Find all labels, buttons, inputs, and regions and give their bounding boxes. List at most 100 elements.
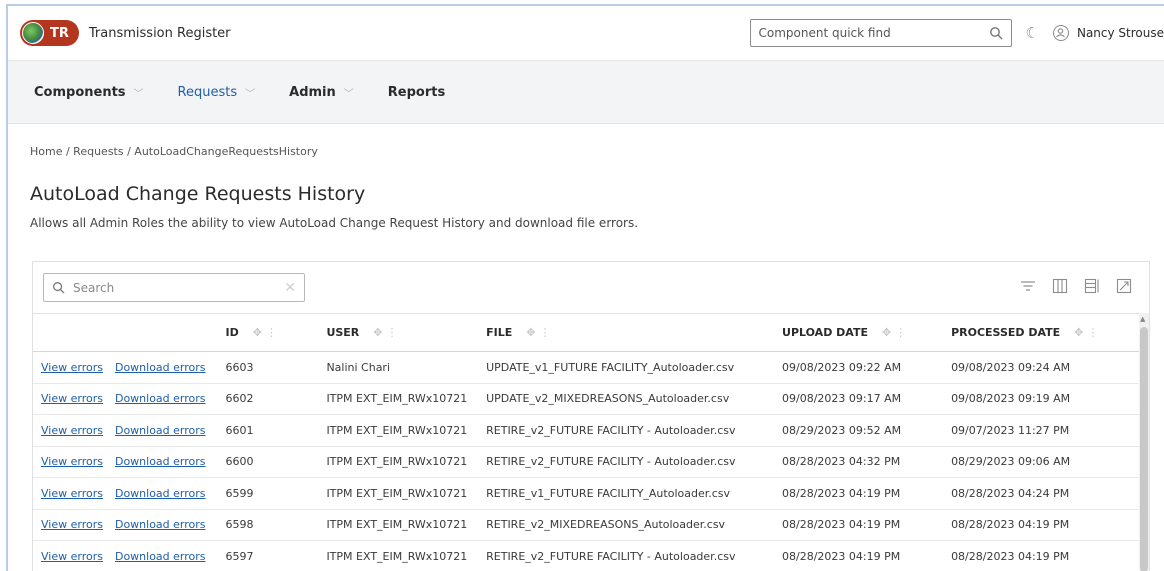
row-actions: View errors Download errors	[33, 477, 218, 510]
chevron-down-icon: ﹀	[343, 88, 354, 100]
cell-upload-date: 09/08/2023 09:22 AM	[774, 351, 944, 384]
cell-upload-date: 09/08/2023 09:17 AM	[774, 383, 944, 415]
breadcrumb[interactable]: Home / Requests / AutoLoadChangeRequests…	[30, 145, 318, 158]
columns-icon[interactable]	[1051, 277, 1069, 295]
row-actions: View errors Download errors	[33, 446, 218, 478]
chevron-down-icon: ﹀	[133, 88, 144, 100]
view-errors-link[interactable]: View errors	[41, 361, 103, 374]
fullscreen-icon[interactable]	[1115, 277, 1133, 295]
scroll-up-arrow-icon[interactable]: ▲	[1140, 315, 1145, 323]
drag-handle-icon[interactable]: ✥⋮	[882, 326, 910, 339]
nav-components[interactable]: Components ﹀	[34, 85, 144, 100]
view-errors-link[interactable]: View errors	[41, 487, 103, 500]
column-header-label: PROCESSED DATE	[951, 326, 1061, 339]
drag-handle-icon[interactable]: ✥⋮	[373, 326, 401, 339]
cell-id: 6597	[217, 540, 319, 571]
user-name: Nancy Strouse	[1076, 26, 1164, 40]
scrollbar-thumb[interactable]	[1140, 327, 1148, 571]
download-errors-link[interactable]: Download errors	[115, 424, 206, 437]
page-title: AutoLoad Change Requests History	[30, 183, 366, 205]
cell-upload-date: 08/28/2023 04:19 PM	[774, 477, 944, 510]
table-toolbar	[1019, 277, 1133, 295]
view-errors-link[interactable]: View errors	[41, 550, 103, 563]
cell-id: 6601	[217, 414, 319, 447]
nav-admin-label: Admin	[289, 84, 336, 100]
column-header-user[interactable]: USER ✥⋮	[318, 313, 479, 352]
filter-icon[interactable]	[1019, 277, 1037, 295]
page-description: Allows all Admin Roles the ability to vi…	[30, 216, 639, 230]
dark-mode-toggle-icon[interactable]: ☾	[1026, 24, 1039, 42]
table-row: View errors Download errors 6602 ITPM EXT…	[33, 383, 1141, 415]
cell-file: RETIRE_v2_FUTURE FACILITY - Autoloader.c…	[478, 414, 775, 447]
component-quick-find-input[interactable]: Component quick find	[749, 19, 1012, 47]
nav-requests[interactable]: Requests ﹀	[178, 85, 256, 100]
cell-upload-date: 08/28/2023 04:32 PM	[774, 446, 944, 478]
column-header-file[interactable]: FILE ✥⋮	[478, 313, 775, 352]
cell-upload-date: 08/28/2023 04:19 PM	[774, 509, 944, 541]
nav-requests-label: Requests	[177, 84, 238, 100]
search-icon	[53, 282, 65, 294]
download-errors-link[interactable]: Download errors	[115, 392, 206, 405]
cell-file: UPDATE_v2_MIXEDREASONS_Autoloader.csv	[478, 383, 775, 415]
cell-processed-date: 08/28/2023 04:19 PM	[943, 540, 1141, 571]
table-row: View errors Download errors 6603 Nalini C…	[33, 351, 1141, 384]
chevron-down-icon: ﹀	[245, 88, 256, 100]
nav-reports-label: Reports	[387, 84, 446, 100]
cell-processed-date: 09/07/2023 11:27 PM	[943, 414, 1141, 447]
view-errors-link[interactable]: View errors	[41, 424, 103, 437]
download-errors-link[interactable]: Download errors	[115, 550, 206, 563]
column-header-id[interactable]: ID ✥⋮	[217, 313, 319, 352]
cell-user: ITPM EXT_EIM_RWx10721	[318, 509, 479, 541]
density-icon[interactable]	[1083, 277, 1101, 295]
cell-user: Nalini Chari	[318, 351, 479, 384]
download-errors-link[interactable]: Download errors	[115, 361, 206, 374]
globe-icon	[22, 22, 44, 44]
view-errors-link[interactable]: View errors	[41, 392, 103, 405]
column-header-label: FILE	[486, 326, 513, 339]
cell-id: 6602	[217, 383, 319, 415]
quick-find-placeholder: Component quick find	[758, 26, 891, 40]
cell-user: ITPM EXT_EIM_RWx10721	[318, 414, 479, 447]
drag-handle-icon[interactable]: ✥⋮	[253, 326, 281, 339]
cell-id: 6598	[217, 509, 319, 541]
drag-handle-icon[interactable]: ✥⋮	[1074, 326, 1102, 339]
nav-reports[interactable]: Reports	[388, 85, 445, 100]
nav-components-label: Components	[34, 84, 126, 100]
view-errors-link[interactable]: View errors	[41, 518, 103, 531]
table-search-input[interactable]: Search ✕	[43, 273, 305, 302]
clear-search-icon[interactable]: ✕	[284, 280, 296, 296]
column-header-processed-date[interactable]: PROCESSED DATE ✥⋮	[943, 313, 1141, 352]
download-errors-link[interactable]: Download errors	[115, 455, 206, 468]
cell-user: ITPM EXT_EIM_RWx10721	[318, 383, 479, 415]
app-logo[interactable]: TR	[20, 20, 79, 46]
table-vertical-scrollbar[interactable]: ▲	[1139, 313, 1149, 571]
table-row: View errors Download errors 6598 ITPM EXT…	[33, 509, 1141, 541]
top-bar: TR Transmission Register Component quick…	[8, 6, 1164, 61]
history-table: ID ✥⋮ USER ✥⋮ FILE ✥⋮ UPLOAD DATE ✥⋮ PROCESS…	[33, 313, 1141, 571]
cell-processed-date: 08/29/2023 09:06 AM	[943, 446, 1141, 478]
download-errors-link[interactable]: Download errors	[115, 518, 206, 531]
logo-text: TR	[50, 25, 69, 41]
cell-upload-date: 08/28/2023 04:19 PM	[774, 540, 944, 571]
row-actions: View errors Download errors	[33, 509, 218, 541]
cell-processed-date: 09/08/2023 09:19 AM	[943, 383, 1141, 415]
column-header-upload-date[interactable]: UPLOAD DATE ✥⋮	[774, 313, 944, 352]
user-avatar-icon	[1052, 25, 1069, 41]
column-header-label: USER	[326, 326, 360, 339]
download-errors-link[interactable]: Download errors	[115, 487, 206, 500]
cell-file: RETIRE_v2_MIXEDREASONS_Autoloader.csv	[478, 509, 775, 541]
drag-handle-icon[interactable]: ✥⋮	[526, 326, 554, 339]
cell-id: 6603	[217, 351, 319, 384]
nav-admin[interactable]: Admin ﹀	[289, 85, 354, 100]
column-header-actions	[33, 313, 218, 352]
cell-file: RETIRE_v1_FUTURE FACILITY_Autoloader.csv	[478, 477, 775, 510]
view-errors-link[interactable]: View errors	[41, 455, 103, 468]
cell-processed-date: 08/28/2023 04:24 PM	[943, 477, 1141, 510]
user-menu[interactable]: Nancy Strouse	[1052, 25, 1164, 41]
cell-id: 6600	[217, 446, 319, 478]
search-icon[interactable]	[989, 26, 1003, 40]
table-header-row: ID ✥⋮ USER ✥⋮ FILE ✥⋮ UPLOAD DATE ✥⋮ PROCESS…	[33, 313, 1141, 352]
row-actions: View errors Download errors	[33, 414, 218, 447]
cell-processed-date: 09/08/2023 09:24 AM	[943, 351, 1141, 384]
cell-user: ITPM EXT_EIM_RWx10721	[318, 446, 479, 478]
